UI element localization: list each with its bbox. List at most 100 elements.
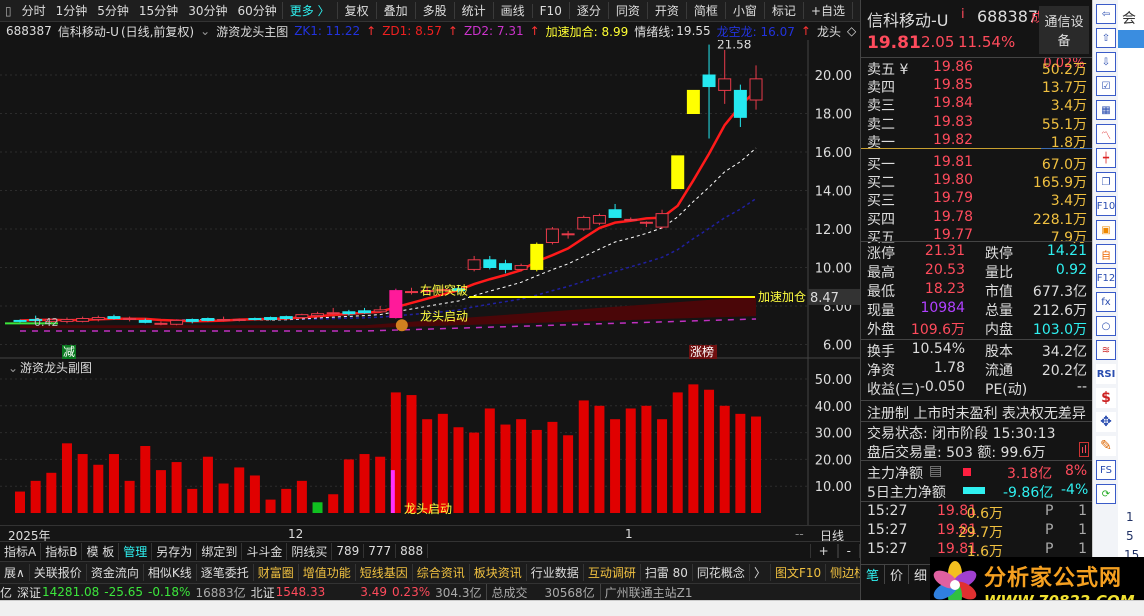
toolbar-item[interactable]: 30分钟 [183, 2, 232, 19]
tool-link[interactable]: 关联报价 [30, 564, 87, 581]
toolbar-item[interactable]: 5分钟 [92, 2, 134, 19]
pencil-icon[interactable]: ✎ [1096, 436, 1116, 456]
self-select-icon[interactable]: 自 [1096, 244, 1116, 264]
bid-row[interactable]: 买三 19.79 3.4万 [867, 190, 1089, 209]
toolbar-item[interactable]: F10 [531, 3, 569, 18]
wave-icon[interactable]: ≋ [1096, 340, 1116, 360]
tool-link[interactable]: 财富圈 [254, 564, 299, 581]
indicator-tab[interactable]: 管理 [119, 542, 153, 560]
toolbar-item[interactable]: 同资 [607, 2, 647, 19]
tool-link[interactable]: 图文F10 [771, 564, 827, 581]
tool-link[interactable]: 逐笔委托 [197, 564, 254, 581]
toolbar-item[interactable]: 多股 [414, 2, 454, 19]
ask-row[interactable]: 卖五 ¥ 19.86 50.2万 [867, 59, 1089, 78]
candle-body [311, 313, 325, 317]
toolbar-item[interactable]: 更多 〉 [281, 2, 337, 19]
stat-label: 总量 [985, 303, 1013, 319]
bid-row[interactable]: 买一 19.81 67.0万 [867, 154, 1089, 173]
ask-row[interactable]: 卖二 19.83 55.1万 [867, 114, 1089, 133]
toolbar-item[interactable]: 叠加 [375, 2, 415, 19]
candles-icon[interactable]: ┿ [1096, 148, 1116, 168]
tool-link[interactable]: 〉 [750, 564, 771, 581]
fs-icon[interactable]: FS [1096, 460, 1116, 480]
bar-chart-icon[interactable]: ıl [1079, 442, 1090, 457]
toolbar-item[interactable]: 统计 [453, 2, 493, 19]
stat-label: 净资 [867, 363, 895, 379]
toolbar-item[interactable]: 简框 [685, 2, 725, 19]
toolbar-item[interactable]: +自选 [802, 2, 852, 19]
folder-icon[interactable]: ▣ [1096, 220, 1116, 240]
kline-chart[interactable]: 20.0018.0016.0014.0012.0010.008.006.0050… [0, 40, 860, 525]
indicator-tab[interactable]: 指标B [41, 542, 83, 560]
level-price: 19.85 [933, 77, 974, 94]
tool-link[interactable]: 同花概念 [693, 564, 750, 581]
ask-row[interactable]: 卖三 19.84 3.4万 [867, 95, 1089, 114]
tool-link[interactable]: 综合资讯 [413, 564, 470, 581]
list-icon[interactable]: ▤ [929, 463, 942, 479]
info-icon[interactable]: i [961, 7, 965, 22]
toolbar-item[interactable]: 开资 [646, 2, 686, 19]
indicator-tab[interactable]: 另存为 [152, 542, 198, 560]
indicator-dropdown-icon[interactable]: ⌄ [200, 24, 210, 38]
move-icon[interactable]: ✥ [1096, 412, 1116, 432]
tool-link[interactable]: 展∧ [0, 564, 30, 581]
zoom-out-button[interactable]: - [837, 544, 860, 558]
dollar-icon[interactable]: $ [1096, 388, 1116, 408]
indicator-tab[interactable]: 斗斗金 [242, 542, 288, 560]
tool-link[interactable]: 互动调研 [584, 564, 641, 581]
indicator-name[interactable]: 游资龙头主图 [216, 23, 288, 40]
subchart-title[interactable]: 游资龙头副图 [20, 361, 92, 375]
toolbar-item[interactable]: 画线 [492, 2, 532, 19]
grid-icon[interactable]: ▦ [1096, 100, 1116, 120]
toolbar-item[interactable]: 逐分 [568, 2, 608, 19]
tick-field: P [1045, 522, 1054, 538]
down-arrow-icon[interactable]: ⇩ [1096, 52, 1116, 72]
toolbar-item[interactable]: 复权 [336, 2, 376, 19]
volume-bar [406, 395, 417, 513]
refresh-icon[interactable]: ⟳ [1096, 484, 1116, 504]
formula-icon[interactable]: fx [1096, 292, 1116, 312]
indicator-tab[interactable]: 789 [332, 544, 365, 558]
toolbar-item[interactable]: 标记 [763, 2, 803, 19]
subchart-collapse-icon[interactable]: ⌄ [8, 361, 18, 375]
tool-link[interactable]: 增值功能 [299, 564, 356, 581]
bottom-toolbar: 展∧ 关联报价 资金流向 相似K线 逐笔委托 财富圈 增值功能 短线基因 综合资讯 板块资讯 行业数… [0, 561, 872, 583]
candle-body [686, 89, 700, 115]
quote-tab[interactable]: 笔 [861, 565, 885, 584]
indicator-tab[interactable]: 模 板 [82, 542, 120, 560]
tool-link[interactable]: 板块资讯 [470, 564, 527, 581]
f10-icon[interactable]: F10 [1096, 196, 1116, 216]
toolbar-item[interactable]: 15分钟 [134, 2, 183, 19]
tool-link[interactable]: 扫雷 80 [641, 564, 693, 581]
level-volume: 55.1万 [1041, 116, 1087, 133]
back-arrow-icon[interactable]: ⇦ [1096, 4, 1116, 24]
quote-tab[interactable]: 价 [885, 565, 909, 584]
indicator-tab[interactable]: 777 [364, 544, 397, 558]
tool-link[interactable]: 资金流向 [87, 564, 144, 581]
up-arrow-icon[interactable]: ⇧ [1096, 28, 1116, 48]
ask-row[interactable]: 卖四 19.85 13.7万 [867, 77, 1089, 96]
toolbar-toggle-icon[interactable]: ▯ [0, 4, 17, 18]
tool-link[interactable]: 行业数据 [527, 564, 584, 581]
chart-mode: (日线,前复权) [120, 24, 195, 39]
tool-link[interactable]: 短线基因 [356, 564, 413, 581]
toolbar-item[interactable]: 分时 [17, 2, 51, 19]
indicator-tab[interactable]: 阴线买 [287, 542, 333, 560]
rsi-icon[interactable]: RSI [1096, 364, 1116, 384]
circle-icon[interactable]: ○ [1096, 316, 1116, 336]
toolbar-item[interactable]: 小窗 [724, 2, 764, 19]
bid-row[interactable]: 买二 19.80 165.9万 [867, 172, 1089, 191]
indicator-tab[interactable]: 绑定到 [197, 542, 243, 560]
f12-icon[interactable]: F12 [1096, 268, 1116, 288]
indicator-tab[interactable]: 888 [396, 544, 429, 558]
toolbar-item[interactable]: 60分钟 [232, 2, 281, 19]
indicator-tab[interactable]: 指标A [0, 542, 42, 560]
zoom-in-button[interactable]: + [809, 544, 838, 558]
line-chart-icon[interactable]: 〽 [1096, 124, 1116, 144]
checklist-icon[interactable]: ☑ [1096, 76, 1116, 96]
bid-row[interactable]: 买四 19.78 228.1万 [867, 209, 1089, 228]
server-name[interactable]: 广州联通主站Z1 [599, 583, 693, 601]
tool-link[interactable]: 相似K线 [144, 564, 197, 581]
windows-icon[interactable]: ❐ [1096, 172, 1116, 192]
toolbar-item[interactable]: 1分钟 [51, 2, 93, 19]
